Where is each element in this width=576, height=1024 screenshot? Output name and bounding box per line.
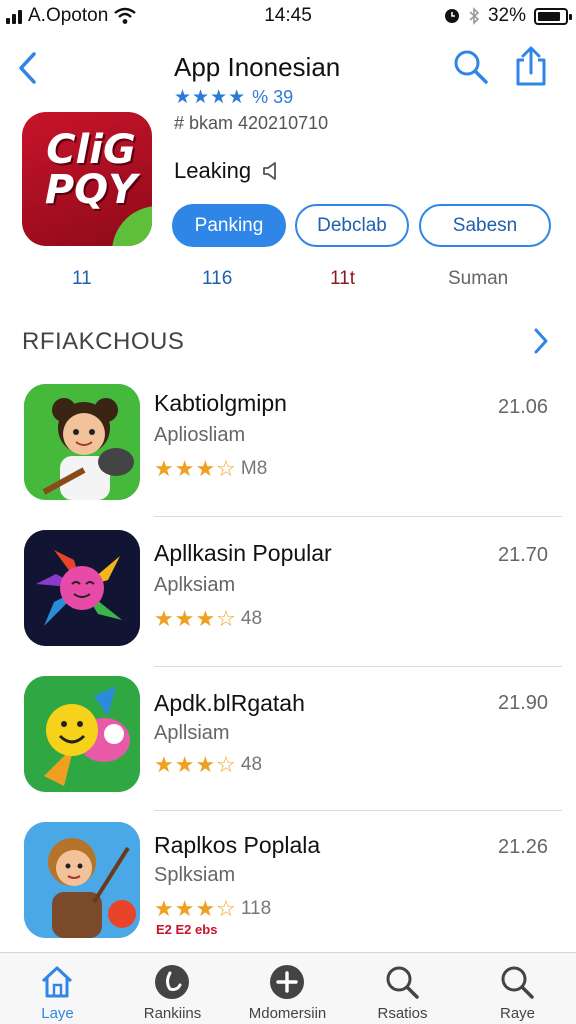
item-price: 21.90	[498, 692, 549, 714]
list-item[interactable]: Raplkos Poplala Splksiam ★★★☆ 118 E2 E2 …	[0, 812, 576, 960]
back-button[interactable]	[14, 50, 44, 86]
app-icon: CliG PQY	[22, 112, 152, 246]
tab-label: Mdomersiin	[248, 1005, 327, 1022]
pinwheel-illustration	[24, 530, 140, 646]
smiley-bird-icon	[24, 676, 140, 792]
item-name: Raplkos Poplala	[154, 832, 321, 858]
item-category: Aplksiam	[154, 574, 236, 596]
item-score: 118	[240, 898, 272, 919]
list-item[interactable]: Kabtiolgmipn Apliosliam ★★★☆ M8 21.06	[0, 372, 576, 520]
alarm-icon	[444, 9, 459, 23]
item-name: Apllkasin Popular	[154, 540, 332, 566]
plus-icon	[270, 965, 304, 999]
item-rating: ★★★☆ 48	[154, 752, 262, 778]
divider	[154, 666, 562, 667]
item-price: 21.70	[498, 544, 549, 566]
divider	[154, 810, 562, 811]
chevron-right-icon	[534, 328, 548, 354]
tab-mdomersiin[interactable]: Mdomersiin	[230, 953, 345, 1024]
search-icon	[501, 966, 534, 999]
smiley-bird-illustration	[24, 676, 140, 792]
tab-label: Rankiins	[143, 1005, 202, 1022]
girl-archer-icon	[24, 822, 140, 938]
battery-percent: 32%	[487, 5, 526, 26]
section-see-all-button[interactable]	[530, 326, 552, 356]
subscribe-button[interactable]: Sabesn	[419, 204, 551, 247]
search-icon	[454, 50, 488, 84]
tab-rankiins[interactable]: Rankiins	[115, 953, 230, 1024]
app-title: App Inonesian	[174, 52, 341, 82]
tab-laye[interactable]: Laye	[0, 953, 115, 1024]
item-category: Apliosliam	[154, 424, 246, 446]
battery-fill	[538, 11, 560, 21]
section-title: RFIAKCHOUS	[22, 328, 185, 355]
item-score: 48	[240, 754, 263, 775]
app-subtitle: # bkam 420210710	[174, 113, 329, 133]
stat-value: 116	[202, 268, 233, 289]
rating-stars: ★★★★	[174, 87, 247, 108]
item-name: Kabtiolgmipn	[154, 390, 287, 416]
divider	[154, 516, 562, 517]
stats-row: 11 116 11t Suman	[0, 268, 576, 294]
bluetooth-icon	[469, 7, 480, 25]
tab-raye[interactable]: Raye	[460, 953, 575, 1024]
girl-ukulele-icon	[24, 384, 140, 500]
chevron-left-icon	[19, 52, 36, 84]
girl-ukulele-illustration	[24, 384, 140, 500]
item-price: 21.06	[498, 396, 549, 418]
rating-count: % 39	[252, 87, 294, 107]
tab-label: Laye	[41, 1005, 74, 1022]
star-rating: ★★★☆	[154, 896, 237, 921]
stat-value: 11	[72, 268, 92, 289]
details-button[interactable]: Debclab	[295, 204, 409, 247]
search-button[interactable]	[452, 48, 490, 86]
status-bar: A.Opoton 14:45 32%	[0, 0, 576, 32]
app-icon-logo: CliG PQY	[44, 127, 138, 213]
tab-label: Raye	[499, 1005, 536, 1022]
clock-icon	[155, 965, 189, 999]
item-category: Splksiam	[154, 864, 236, 886]
list-item[interactable]: Apdk.blRgatah Apllsiam ★★★☆ 48 21.90	[0, 668, 576, 816]
item-name: Apdk.blRgatah	[154, 690, 305, 716]
ranking-button[interactable]: Panking	[172, 204, 286, 247]
status-right: 32%	[444, 5, 572, 27]
item-rating: ★★★☆ M8	[154, 456, 267, 482]
girl-archer-illustration	[24, 822, 140, 938]
tab-label: Rsatios	[377, 1005, 428, 1022]
app-status: Leaking	[174, 158, 281, 184]
share-icon	[516, 46, 546, 86]
battery-icon	[534, 7, 572, 25]
stat-value: 11t	[330, 268, 356, 289]
star-rating: ★★★☆	[154, 752, 237, 777]
star-rating: ★★★☆	[154, 456, 237, 481]
item-rating: ★★★☆ 48	[154, 606, 262, 632]
item-score: 48	[240, 608, 263, 629]
speaker-icon	[263, 162, 276, 180]
home-icon	[41, 966, 73, 998]
share-button[interactable]	[512, 46, 550, 88]
app-status-label: Leaking	[174, 158, 252, 183]
tab-bar: Laye Rankiins Mdomersiin Rsatios Raye	[0, 952, 576, 1024]
search-icon	[386, 966, 419, 999]
rating-row: ★★★★ % 39	[174, 86, 293, 109]
item-score: M8	[240, 458, 268, 479]
list-item[interactable]: Apllkasin Popular Aplksiam ★★★☆ 48 21.70	[0, 520, 576, 668]
item-badge: E2 E2 ebs	[156, 922, 218, 937]
star-rating: ★★★☆	[154, 606, 237, 631]
item-price: 21.26	[498, 836, 549, 858]
stat-value: Suman	[448, 268, 509, 289]
pinwheel-character-icon	[24, 530, 140, 646]
item-rating: ★★★☆ 118	[154, 896, 271, 922]
item-category: Apllsiam	[154, 722, 230, 744]
tab-rsatios[interactable]: Rsatios	[345, 953, 460, 1024]
